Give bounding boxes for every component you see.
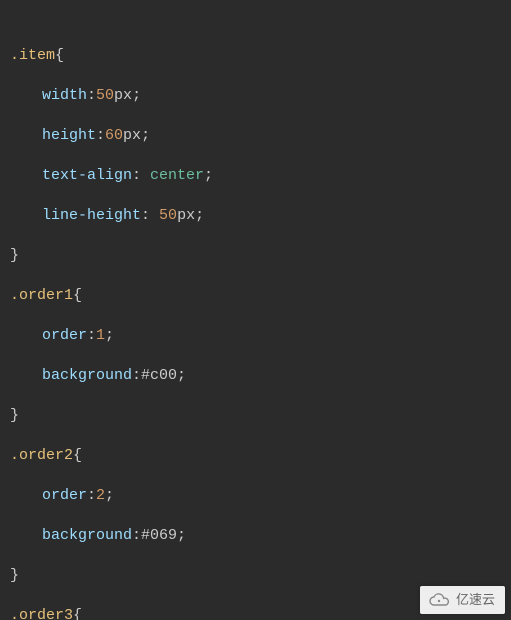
- cloud-icon: [428, 593, 450, 607]
- rule-close: }: [10, 406, 503, 426]
- selector-order2: .order2: [10, 447, 73, 464]
- rule-order1-open: .order1{: [10, 286, 503, 306]
- css-code-block: .item{ width:50px; height:60px; text-ali…: [0, 0, 511, 620]
- rule-order2-open: .order2{: [10, 446, 503, 466]
- prop-order2-bg: background:#069;: [10, 526, 503, 546]
- selector-item: .item: [10, 47, 55, 64]
- prop-text-align: text-align: center;: [10, 166, 503, 186]
- rule-close: }: [10, 566, 503, 586]
- prop-line-height: line-height: 50px;: [10, 206, 503, 226]
- prop-width: width:50px;: [10, 86, 503, 106]
- prop-order1-order: order:1;: [10, 326, 503, 346]
- selector-order1: .order1: [10, 287, 73, 304]
- selector-order3: .order3: [10, 607, 73, 620]
- prop-height: height:60px;: [10, 126, 503, 146]
- watermark-badge: 亿速云: [420, 586, 505, 614]
- rule-item-open: .item{: [10, 46, 503, 66]
- prop-order2-order: order:2;: [10, 486, 503, 506]
- rule-close: }: [10, 246, 503, 266]
- prop-order1-bg: background:#c00;: [10, 366, 503, 386]
- watermark-text: 亿速云: [456, 590, 495, 610]
